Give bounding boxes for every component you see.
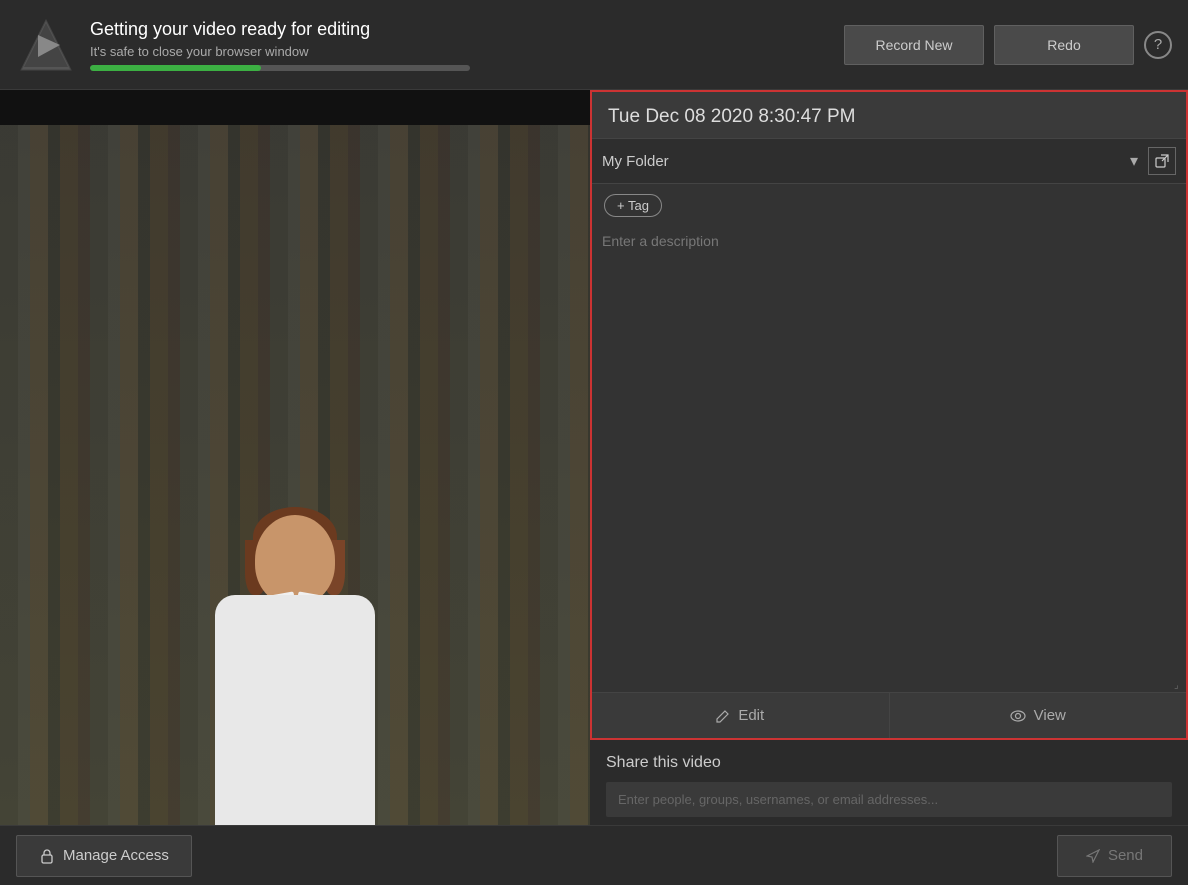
bottom-bar: Manage Access Send <box>0 825 1188 885</box>
share-title: Share this video <box>606 754 1172 772</box>
folder-select[interactable]: My Folder Shared Folder Archive <box>602 153 1124 170</box>
video-top-bar <box>0 90 590 125</box>
description-area: ⌟ <box>592 227 1186 692</box>
person-body <box>215 595 375 825</box>
app-logo <box>16 15 76 75</box>
manage-access-label: Manage Access <box>63 847 169 864</box>
folder-dropdown-arrow-icon[interactable]: ▾ <box>1130 151 1138 171</box>
lock-icon <box>39 848 55 864</box>
description-textarea[interactable] <box>602 233 1176 686</box>
open-external-icon[interactable] <box>1148 147 1176 175</box>
right-panel: Tue Dec 08 2020 8:30:47 PM My Folder Sha… <box>590 90 1188 825</box>
header-subtitle: It's safe to close your browser window <box>90 44 844 59</box>
tag-area: + Tag <box>592 184 1186 227</box>
manage-access-button[interactable]: Manage Access <box>16 835 192 877</box>
header-title: Getting your video ready for editing <box>90 19 844 40</box>
metadata-header: Tue Dec 08 2020 8:30:47 PM <box>592 92 1186 138</box>
metadata-card: Tue Dec 08 2020 8:30:47 PM My Folder Sha… <box>590 90 1188 740</box>
record-new-button[interactable]: Record New <box>844 25 984 65</box>
textarea-resize-handle: ⌟ <box>1174 680 1184 690</box>
folder-row: My Folder Shared Folder Archive ▾ <box>592 138 1186 184</box>
share-input[interactable] <box>606 782 1172 817</box>
edit-icon <box>716 709 730 723</box>
metadata-timestamp: Tue Dec 08 2020 8:30:47 PM <box>608 106 1170 128</box>
progress-bar-container <box>90 65 470 71</box>
send-button-label: Send <box>1108 847 1143 864</box>
edit-button[interactable]: Edit <box>592 693 890 738</box>
redo-button[interactable]: Redo <box>994 25 1134 65</box>
edit-button-label: Edit <box>738 707 764 724</box>
person-head <box>255 515 335 605</box>
send-icon <box>1086 849 1100 863</box>
video-panel <box>0 90 590 825</box>
person-figure <box>165 485 425 825</box>
add-tag-button[interactable]: + Tag <box>604 194 662 217</box>
share-section: Share this video <box>590 740 1188 825</box>
view-button-label: View <box>1034 707 1066 724</box>
view-button[interactable]: View <box>890 693 1187 738</box>
send-button[interactable]: Send <box>1057 835 1172 877</box>
header-text: Getting your video ready for editing It'… <box>90 19 844 71</box>
main-content: Tue Dec 08 2020 8:30:47 PM My Folder Sha… <box>0 90 1188 825</box>
header-buttons: Record New Redo ? <box>844 25 1172 65</box>
metadata-actions: Edit View <box>592 692 1186 738</box>
video-placeholder <box>0 90 590 825</box>
help-icon[interactable]: ? <box>1144 31 1172 59</box>
view-icon <box>1010 710 1026 722</box>
header: Getting your video ready for editing It'… <box>0 0 1188 90</box>
progress-bar-fill <box>90 65 261 71</box>
